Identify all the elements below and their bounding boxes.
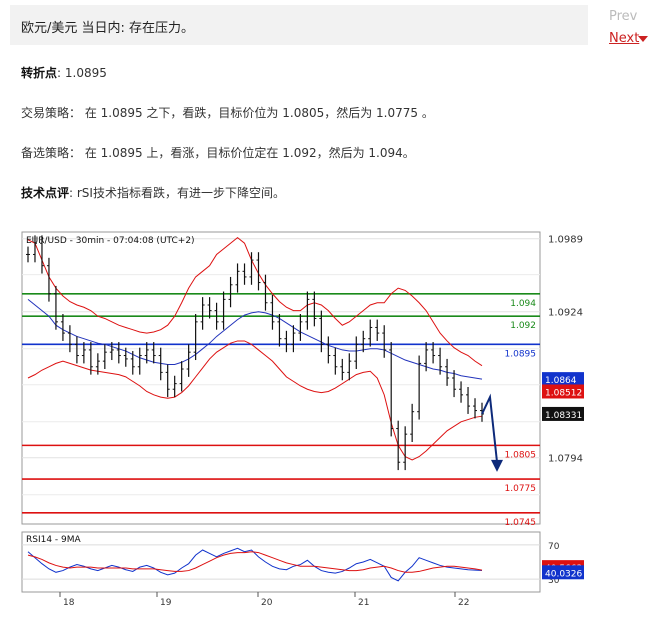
page-title: 欧元/美元 当日内: 存在压力。 [21, 21, 195, 36]
alternative-paragraph: 备选策略： 在 1.0895 上，看涨，目标价位定在 1.092，然后为 1.0… [21, 146, 415, 160]
level-label: 1.092 [510, 321, 536, 331]
pivot-paragraph: 转折点: 1.0895 [21, 64, 107, 81]
main-plot-frame [21, 231, 541, 525]
x-tick-label: 18 [63, 598, 75, 608]
chart-title: EUR/USD - 30min - 07:04:08 (UTC+2) [26, 236, 195, 246]
level-label: 1.0895 [505, 349, 537, 359]
price-tag-label: 1.08512 [545, 388, 582, 398]
x-tick-label: 21 [358, 598, 369, 608]
pager: Prev Next [598, 5, 662, 47]
rsi-y-tick-label: 70 [548, 542, 560, 552]
comment-label: 技术点评 [21, 186, 70, 200]
level-label: 1.0805 [505, 450, 537, 460]
level-label: 1.0745 [505, 518, 537, 528]
chevron-down-icon[interactable] [638, 36, 648, 42]
strategy-paragraph: 交易策略： 在 1.0895 之下，看跌，目标价位为 1.0805，然后为 1.… [21, 106, 434, 120]
y-tick-label: 1.0989 [548, 235, 583, 246]
comment-value: : rSI技术指标看跌，有进一步下降空间。 [69, 186, 285, 200]
y-tick-label: 1.0794 [548, 454, 583, 465]
comment-paragraph: 技术点评: rSI技术指标看跌，有进一步下降空间。 [21, 184, 285, 201]
header-bar: 欧元/美元 当日内: 存在压力。 [10, 5, 588, 45]
level-label: 1.094 [510, 299, 536, 309]
prev-link[interactable]: Prev [609, 9, 637, 24]
pivot-value: : 1.0895 [57, 66, 107, 80]
price-tag-label: 1.08331 [545, 411, 582, 421]
pivot-label: 转折点 [21, 66, 58, 80]
rsi-tag-label: 40.0326 [545, 569, 582, 579]
x-tick-label: 22 [458, 598, 469, 608]
rsi-plot-frame [21, 531, 541, 593]
y-tick-label: 1.0924 [548, 308, 583, 319]
next-link[interactable]: Next [609, 31, 639, 46]
x-tick-label: 19 [160, 598, 172, 608]
level-label: 1.0775 [505, 484, 537, 494]
rsi-title: RSI14 - 9MA [26, 535, 82, 545]
price-chart: 1.0989 1.0924 1.0794 EUR/USD - 30min - 07:0… [21, 231, 584, 608]
x-tick-label: 20 [261, 598, 273, 608]
